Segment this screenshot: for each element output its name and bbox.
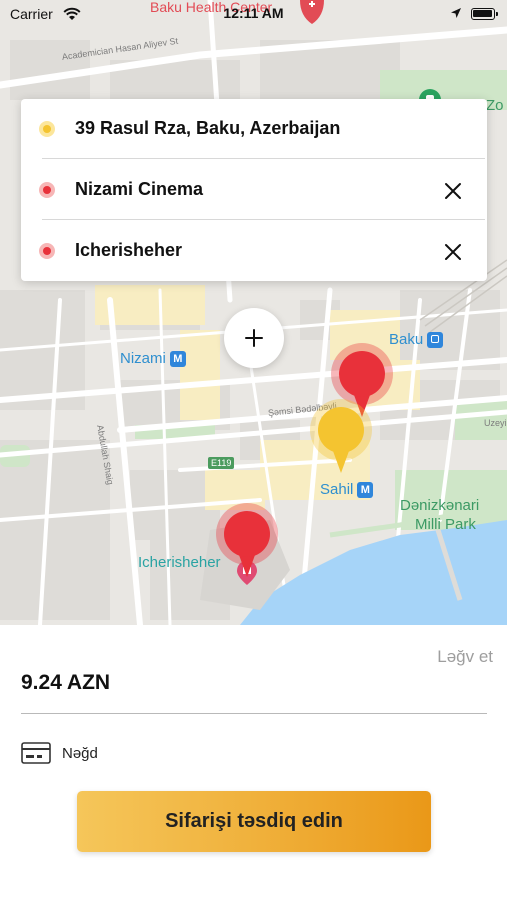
map-label-street-uzeyir: Uzeyir xyxy=(484,418,507,428)
price-value: 9.24 AZN xyxy=(21,671,111,694)
add-stop-button[interactable] xyxy=(224,308,284,368)
map-label-nizami: Nizami M xyxy=(120,350,186,368)
close-icon[interactable] xyxy=(441,240,465,264)
route-card: 39 Rasul Rza, Baku, Azerbaijan Nizami Ci… xyxy=(21,99,487,281)
status-bar: Carrier 12:11 AM xyxy=(0,0,507,28)
route-stop-destination[interactable]: Nizami Cinema xyxy=(21,160,487,220)
close-icon[interactable] xyxy=(441,179,465,203)
divider xyxy=(42,158,485,159)
map-label-icherisheher: Icherisheher xyxy=(138,554,221,571)
wifi-icon xyxy=(63,7,81,20)
origin-pin[interactable] xyxy=(310,399,372,475)
metro-icon: M xyxy=(169,351,186,368)
cancel-button[interactable]: Ləğv et xyxy=(437,647,493,667)
credit-card-icon xyxy=(21,742,51,764)
battery-icon xyxy=(471,8,498,20)
origin-dot-icon xyxy=(39,121,55,137)
route-stop-destination[interactable]: Icherisheher xyxy=(21,221,487,281)
order-panel: Ləğv et 9.24 AZN Nəğd Sifarişi təsdiq ed… xyxy=(0,625,507,900)
divider xyxy=(21,713,487,714)
route-stop-label: Icherisheher xyxy=(75,240,183,260)
payment-method-label: Nəğd xyxy=(62,745,98,762)
route-stop-label: Nizami Cinema xyxy=(75,179,204,199)
map-label-baku-station: Baku xyxy=(389,331,444,349)
confirm-order-button[interactable]: Sifarişi təsdiq edin xyxy=(77,791,431,852)
map-label-park-line1: Dənizkənari xyxy=(400,497,480,514)
location-arrow-icon xyxy=(451,8,461,18)
plus-icon xyxy=(245,329,263,347)
route-badge: E119 xyxy=(208,457,235,469)
payment-method-selector[interactable]: Nəğd xyxy=(21,741,221,765)
train-icon xyxy=(427,332,444,349)
metro-icon: M xyxy=(357,482,374,499)
route-stop-origin[interactable]: 39 Rasul Rza, Baku, Azerbaijan xyxy=(21,99,487,159)
destination-dot-icon xyxy=(39,182,55,198)
carrier-label: Carrier xyxy=(10,6,53,22)
map-label-sahil-text: Sahil xyxy=(320,481,354,498)
map-label-park-line2: Milli Park xyxy=(415,516,476,533)
confirm-order-label: Sifarişi təsdiq edin xyxy=(165,810,343,832)
destination-pin-icherisheher[interactable] xyxy=(216,503,278,579)
map-label-baku-text: Baku xyxy=(389,331,424,348)
map-label-nizami-text: Nizami xyxy=(120,350,166,367)
destination-dot-icon xyxy=(39,243,55,259)
divider xyxy=(42,219,485,220)
map-label-sahil: Sahil M xyxy=(320,481,374,499)
route-stop-label: 39 Rasul Rza, Baku, Azerbaijan xyxy=(75,118,341,138)
map-label-zoo: Zo xyxy=(486,97,504,114)
